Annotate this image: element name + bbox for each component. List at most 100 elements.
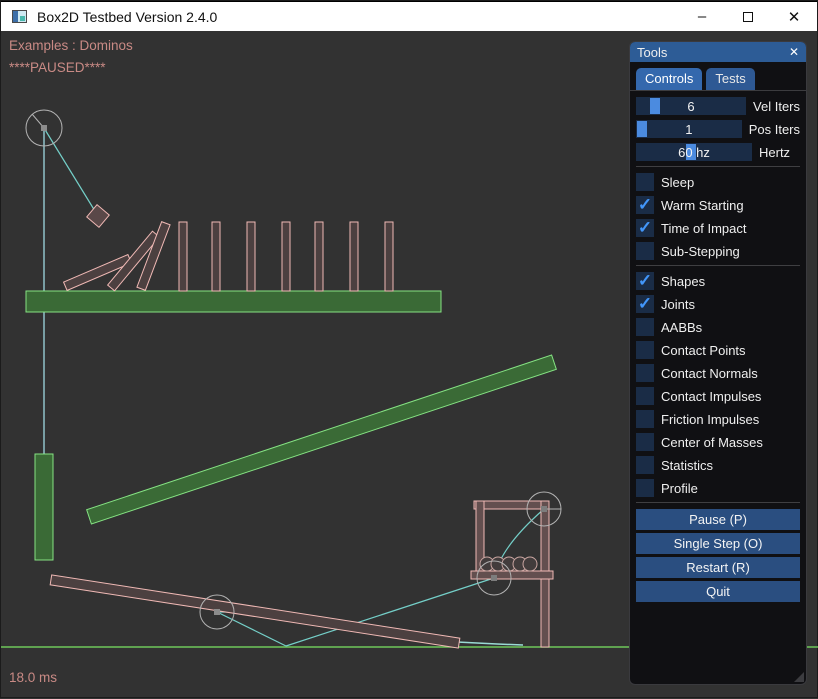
pendulum-box — [87, 205, 110, 228]
minimize-button[interactable]: – — [679, 2, 725, 31]
checkbox-box[interactable]: ✓ — [636, 272, 654, 290]
upright-dominos — [179, 222, 393, 291]
tools-titlebar[interactable]: Tools ✕ — [630, 42, 806, 62]
separator — [636, 502, 800, 503]
paused-label: ****PAUSED**** — [9, 60, 106, 75]
checkbox-label: Shapes — [661, 274, 705, 289]
tools-body: 6 Vel Iters 1 Pos Iters 60 hz Hertz Slee… — [630, 91, 806, 602]
checkbox-box[interactable]: ✓ — [636, 295, 654, 313]
checkbox-box[interactable]: ✓ — [636, 219, 654, 237]
checkbox-profile[interactable]: Profile — [636, 479, 800, 497]
checkbox-label: Sleep — [661, 175, 694, 190]
angled-green-plank — [87, 355, 557, 524]
vel-iters-value: 6 — [636, 97, 746, 115]
hertz-slider[interactable]: 60 hz — [636, 143, 752, 161]
wheel-hub — [41, 125, 47, 131]
domino — [179, 222, 187, 291]
checkbox-box[interactable] — [636, 410, 654, 428]
checkbox-contact-normals[interactable]: Contact Normals — [636, 364, 800, 382]
check-icon: ✓ — [638, 295, 652, 312]
pos-iters-label: Pos Iters — [749, 122, 800, 137]
checkbox-friction-impulses[interactable]: Friction Impulses — [636, 410, 800, 428]
quit-button[interactable]: Quit — [636, 581, 800, 602]
checkbox-label: Contact Points — [661, 343, 746, 358]
checkbox-statistics[interactable]: Statistics — [636, 456, 800, 474]
tab-controls[interactable]: Controls — [636, 68, 702, 90]
checkbox-contact-points[interactable]: Contact Points — [636, 341, 800, 359]
checkbox-box[interactable]: ✓ — [636, 196, 654, 214]
check-icon: ✓ — [638, 196, 652, 213]
checkbox-label: Profile — [661, 481, 698, 496]
pendulum-joint-line — [44, 128, 98, 216]
fallen-dominos — [64, 222, 171, 291]
slider-row-pos-iters: 1 Pos Iters — [636, 120, 800, 138]
checkbox-label: Friction Impulses — [661, 412, 759, 427]
checkbox-time-of-impact[interactable]: ✓ Time of Impact — [636, 219, 800, 237]
maximize-icon — [743, 12, 753, 22]
pause-button[interactable]: Pause (P) — [636, 509, 800, 530]
domino — [282, 222, 290, 291]
pos-iters-slider[interactable]: 1 — [636, 120, 742, 138]
hertz-label: Hertz — [759, 145, 790, 160]
wheel-hub — [491, 575, 497, 581]
checkbox-joints[interactable]: ✓ Joints — [636, 295, 800, 313]
checkbox-box[interactable] — [636, 479, 654, 497]
checkbox-box[interactable] — [636, 341, 654, 359]
frame-shelf — [471, 571, 553, 579]
checkbox-box[interactable] — [636, 173, 654, 191]
vertical-green-block — [35, 454, 53, 560]
separator — [636, 166, 800, 167]
wheel-hub — [541, 506, 547, 512]
frame-structure — [471, 501, 553, 647]
tools-title: Tools — [637, 45, 667, 60]
check-icon: ✓ — [638, 272, 652, 289]
tools-panel: Tools ✕ Controls Tests 6 Vel Iters 1 Pos… — [629, 41, 807, 685]
checkbox-box[interactable] — [636, 242, 654, 260]
vel-iters-label: Vel Iters — [753, 99, 800, 114]
domino-platform — [26, 291, 441, 312]
frame-top-beam — [474, 501, 548, 509]
checkbox-label: Joints — [661, 297, 695, 312]
checkbox-contact-impulses[interactable]: Contact Impulses — [636, 387, 800, 405]
domino — [315, 222, 323, 291]
tools-close-icon[interactable]: ✕ — [789, 45, 799, 59]
check-icon: ✓ — [638, 219, 652, 236]
tab-tests[interactable]: Tests — [706, 68, 754, 90]
domino — [350, 222, 358, 291]
checkbox-shapes[interactable]: ✓ Shapes — [636, 272, 800, 290]
checkbox-box[interactable] — [636, 456, 654, 474]
restart-button[interactable]: Restart (R) — [636, 557, 800, 578]
tools-tabbar: Controls Tests — [630, 62, 806, 91]
vel-iters-slider[interactable]: 6 — [636, 97, 746, 115]
checkbox-box[interactable] — [636, 318, 654, 336]
slider-row-vel-iters: 6 Vel Iters — [636, 97, 800, 115]
seesaw-plank — [50, 575, 460, 648]
window-controls: – ✕ — [679, 2, 817, 31]
checkbox-center-of-masses[interactable]: Center of Masses — [636, 433, 800, 451]
resize-grip-icon[interactable] — [794, 672, 804, 682]
minimize-icon: – — [698, 8, 706, 25]
slider-row-hertz: 60 hz Hertz — [636, 143, 800, 161]
checkbox-sleep[interactable]: Sleep — [636, 173, 800, 191]
separator — [636, 265, 800, 266]
frame-time-label: 18.0 ms — [9, 670, 57, 685]
rope-on-ground — [457, 642, 523, 645]
checkbox-label: Statistics — [661, 458, 713, 473]
single-step-button[interactable]: Single Step (O) — [636, 533, 800, 554]
checkbox-label: Contact Impulses — [661, 389, 761, 404]
checkbox-box[interactable] — [636, 364, 654, 382]
app-icon — [12, 10, 27, 23]
checkbox-aabbs[interactable]: AABBs — [636, 318, 800, 336]
checkbox-box[interactable] — [636, 433, 654, 451]
checkbox-box[interactable] — [636, 387, 654, 405]
checkbox-label: Center of Masses — [661, 435, 763, 450]
checkbox-sub-stepping[interactable]: Sub-Stepping — [636, 242, 800, 260]
close-icon: ✕ — [788, 8, 801, 26]
checkbox-warm-starting[interactable]: ✓ Warm Starting — [636, 196, 800, 214]
app-window: { "window": { "title": "Box2D Testbed Ve… — [0, 0, 818, 698]
maximize-button[interactable] — [725, 2, 771, 31]
close-button[interactable]: ✕ — [771, 2, 817, 31]
domino — [247, 222, 255, 291]
pos-iters-value: 1 — [636, 120, 742, 138]
titlebar[interactable]: Box2D Testbed Version 2.4.0 – ✕ — [1, 1, 817, 31]
